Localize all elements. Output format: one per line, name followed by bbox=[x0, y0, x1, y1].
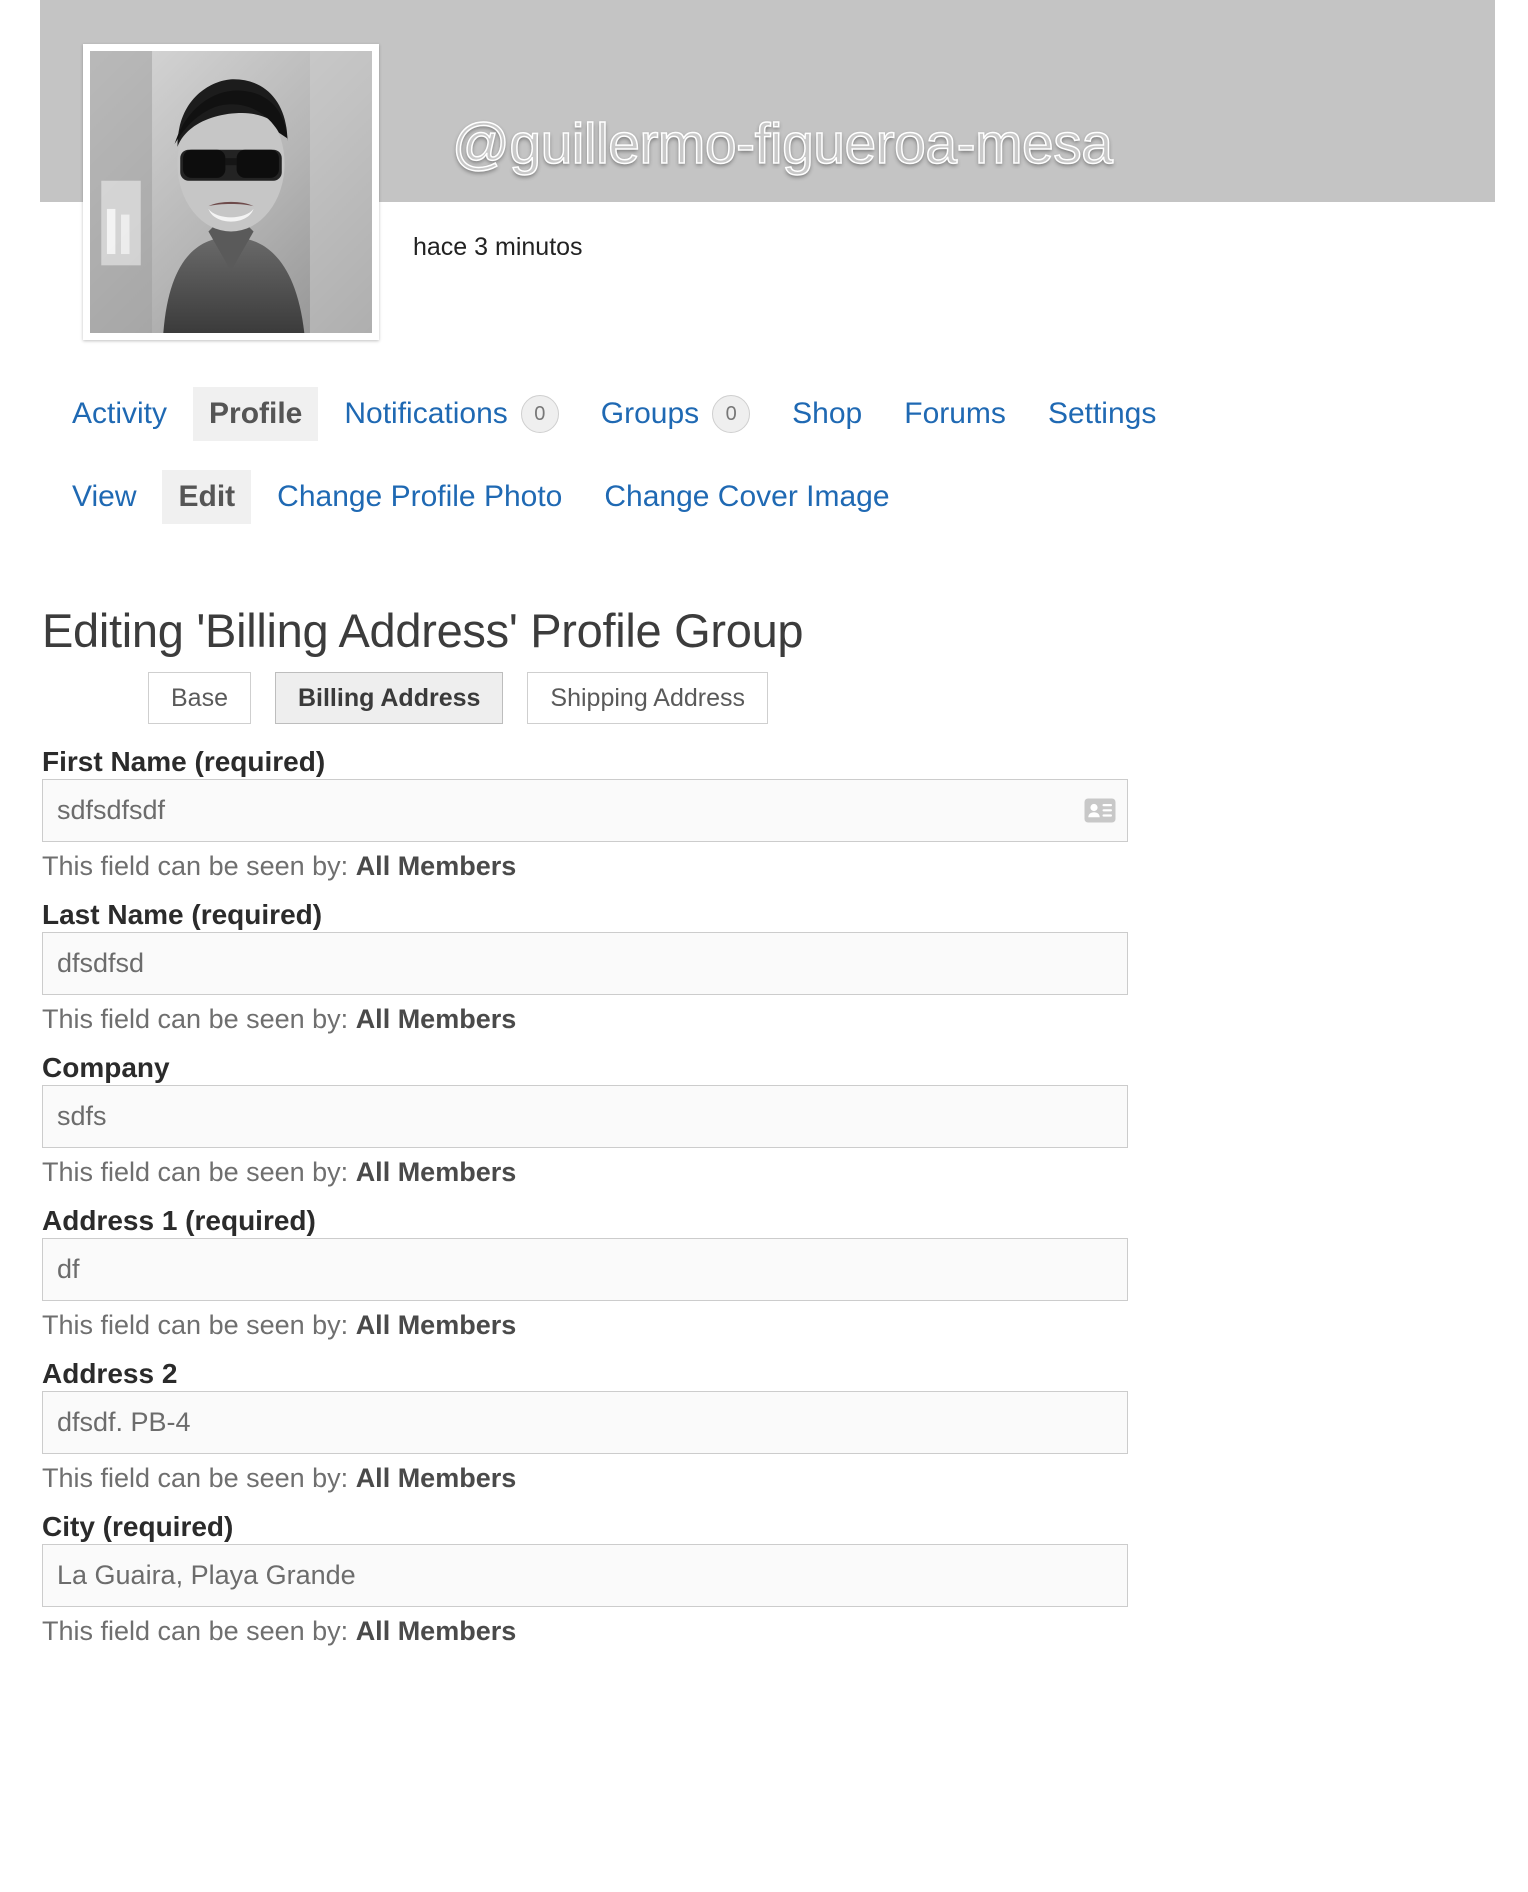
field-input-last-name[interactable] bbox=[43, 932, 1127, 994]
nav-item-count-badge: 0 bbox=[520, 395, 559, 433]
subnav-item-label: Edit bbox=[178, 480, 236, 513]
subnav-item-change-profile-photo[interactable]: Change Profile Photo bbox=[261, 470, 578, 524]
avatar[interactable] bbox=[83, 44, 379, 340]
page-title: Editing 'Billing Address' Profile Group bbox=[42, 604, 804, 658]
nav-item-label: Activity bbox=[72, 397, 168, 430]
field-input-wrap-address-2 bbox=[42, 1390, 1128, 1454]
field-block-company: Company This field can be seen by: All Me… bbox=[42, 1051, 1172, 1188]
field-visibility-address-2: This field can be seen by: All Members bbox=[42, 1462, 1172, 1494]
field-visibility-prefix: This field can be seen by: bbox=[42, 1615, 356, 1646]
field-visibility-value[interactable]: All Members bbox=[356, 1463, 517, 1493]
group-tab-shipping-address[interactable]: Shipping Address bbox=[527, 672, 769, 724]
subnav-item-edit[interactable]: Edit bbox=[162, 470, 252, 524]
field-input-city[interactable] bbox=[43, 1544, 1127, 1606]
group-tab-label: Billing Address bbox=[297, 683, 481, 712]
field-input-first-name[interactable] bbox=[43, 779, 1127, 841]
profile-username: @guillermo-figueroa-mesa bbox=[451, 112, 1113, 176]
field-block-address-1: Address 1 (required) This field can be se… bbox=[42, 1204, 1172, 1341]
nav-item-groups[interactable]: Groups 0 bbox=[585, 383, 766, 445]
field-visibility-value[interactable]: All Members bbox=[356, 1004, 517, 1034]
nav-item-activity[interactable]: Activity bbox=[56, 387, 183, 441]
field-input-company[interactable] bbox=[43, 1085, 1127, 1147]
field-visibility-value[interactable]: All Members bbox=[356, 851, 517, 881]
last-active-time: hace 3 minutos bbox=[413, 233, 583, 261]
field-visibility-city: This field can be seen by: All Members bbox=[42, 1615, 1172, 1647]
profile-edit-form: First Name (required) This field can be s… bbox=[42, 745, 1172, 1663]
nav-item-label: Shop bbox=[792, 397, 863, 430]
field-visibility-prefix: This field can be seen by: bbox=[42, 850, 356, 881]
field-visibility-first-name: This field can be seen by: All Members bbox=[42, 850, 1172, 882]
nav-item-label: Groups bbox=[600, 397, 700, 430]
field-label-address-2: Address 2 bbox=[42, 1357, 178, 1389]
field-visibility-company: This field can be seen by: All Members bbox=[42, 1156, 1172, 1188]
field-visibility-prefix: This field can be seen by: bbox=[42, 1003, 356, 1034]
field-block-address-2: Address 2 This field can be seen by: All … bbox=[42, 1357, 1172, 1494]
nav-item-shop[interactable]: Shop bbox=[776, 387, 878, 441]
field-block-last-name: Last Name (required) This field can be se… bbox=[42, 898, 1172, 1035]
subnav-item-label: Change Profile Photo bbox=[277, 480, 563, 513]
subnav-item-change-cover-image[interactable]: Change Cover Image bbox=[588, 470, 905, 524]
subnav-item-label: Change Cover Image bbox=[604, 480, 890, 513]
nav-item-notifications[interactable]: Notifications 0 bbox=[328, 383, 574, 445]
group-tab-billing-address[interactable]: Billing Address bbox=[274, 672, 504, 724]
field-input-wrap-address-1 bbox=[42, 1237, 1128, 1301]
profile-secondary-nav: View Edit Change Profile Photo Change Cover… bbox=[56, 470, 916, 524]
nav-item-label: Profile bbox=[209, 397, 303, 430]
profile-primary-nav: Activity Profile Notifications 0 Groups 0 Shop… bbox=[56, 383, 1182, 445]
field-input-address-2[interactable] bbox=[43, 1391, 1127, 1453]
nav-item-label: Forums bbox=[904, 397, 1006, 430]
subnav-item-label: View bbox=[72, 480, 137, 513]
nav-item-profile[interactable]: Profile bbox=[193, 387, 319, 441]
nav-item-count-badge: 0 bbox=[712, 395, 751, 433]
field-visibility-prefix: This field can be seen by: bbox=[42, 1156, 356, 1187]
field-visibility-value[interactable]: All Members bbox=[356, 1310, 517, 1340]
profile-group-tabs: Base Billing Address Shipping Address bbox=[148, 672, 792, 724]
field-block-first-name: First Name (required) This field can be s… bbox=[42, 745, 1172, 882]
field-label-city: City (required) bbox=[42, 1510, 234, 1542]
field-input-wrap-company bbox=[42, 1084, 1128, 1148]
group-tab-label: Shipping Address bbox=[550, 683, 746, 712]
nav-item-settings[interactable]: Settings bbox=[1032, 387, 1172, 441]
field-label-last-name: Last Name (required) bbox=[42, 898, 323, 930]
field-visibility-prefix: This field can be seen by: bbox=[42, 1309, 356, 1340]
field-input-wrap-last-name bbox=[42, 931, 1128, 995]
nav-item-label: Settings bbox=[1047, 397, 1157, 430]
field-label-company: Company bbox=[42, 1051, 170, 1083]
field-label-first-name: First Name (required) bbox=[42, 746, 326, 777]
avatar-photo-icon bbox=[90, 51, 372, 333]
contact-card-icon[interactable] bbox=[1083, 797, 1117, 823]
group-tab-label: Base bbox=[171, 683, 228, 712]
field-visibility-address-1: This field can be seen by: All Members bbox=[42, 1309, 1172, 1341]
field-visibility-value[interactable]: All Members bbox=[356, 1157, 517, 1187]
nav-item-label: Notifications bbox=[344, 397, 508, 430]
subnav-item-view[interactable]: View bbox=[56, 470, 152, 524]
field-block-city: City (required) This field can be seen by… bbox=[42, 1510, 1172, 1647]
field-input-wrap-first-name bbox=[42, 778, 1128, 842]
field-input-wrap-city bbox=[42, 1543, 1128, 1607]
field-input-address-1[interactable] bbox=[43, 1238, 1127, 1300]
field-visibility-value[interactable]: All Members bbox=[356, 1616, 517, 1646]
group-tab-base[interactable]: Base bbox=[148, 672, 251, 724]
nav-item-forums[interactable]: Forums bbox=[888, 387, 1022, 441]
field-visibility-last-name: This field can be seen by: All Members bbox=[42, 1003, 1172, 1035]
field-label-address-1: Address 1 (required) bbox=[42, 1204, 316, 1236]
field-visibility-prefix: This field can be seen by: bbox=[42, 1462, 356, 1493]
